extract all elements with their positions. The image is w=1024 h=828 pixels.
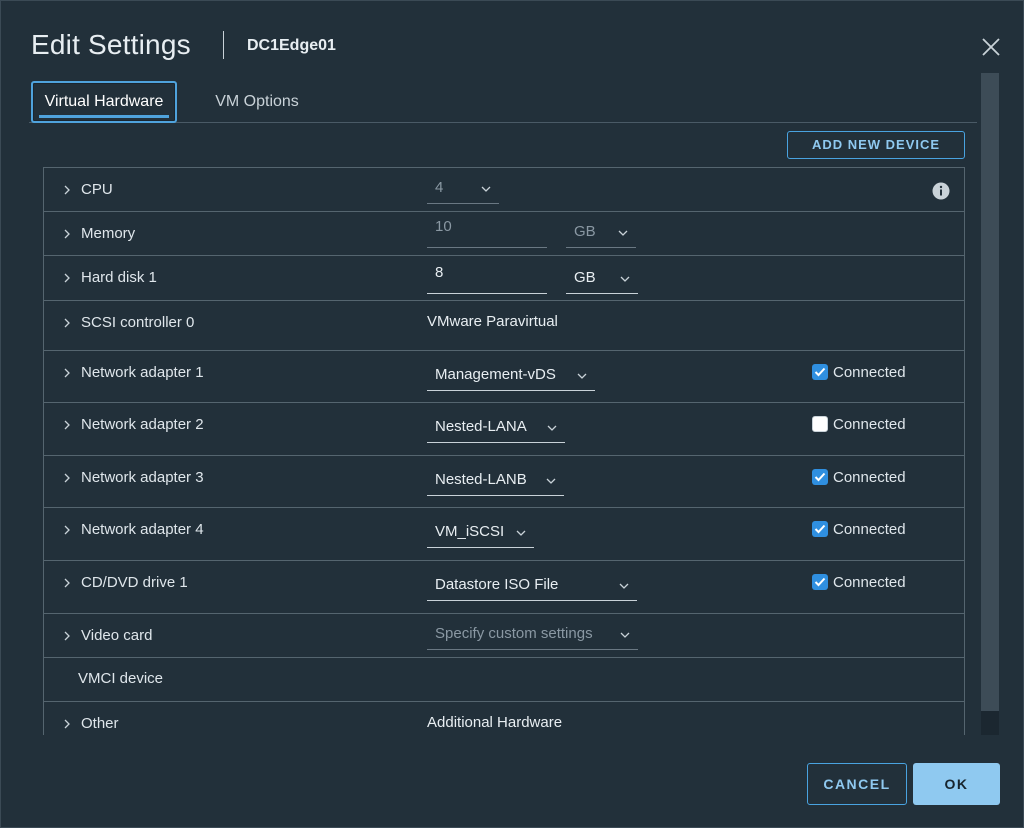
row-other: Other Additional Hardware (44, 702, 964, 735)
network-adapter-4-connected-checkbox[interactable] (812, 521, 828, 537)
other-value: Additional Hardware (427, 714, 563, 731)
network-adapter-3-select[interactable]: Nested-LANB (427, 468, 564, 496)
network-adapter-1-connected-label[interactable]: Connected (833, 364, 906, 381)
hard-disk-input[interactable]: 8 (427, 262, 547, 294)
chevron-down-icon (620, 276, 630, 282)
tab-bar: Virtual Hardware VM Options (29, 81, 977, 123)
network-adapter-3-connected-label[interactable]: Connected (833, 469, 906, 486)
network-adapter-4-value: VM_iSCSI (435, 523, 505, 540)
chevron-down-icon (620, 632, 630, 638)
chevron-right-icon[interactable] (62, 719, 72, 729)
cd-dvd-connected-label[interactable]: Connected (833, 574, 906, 591)
ok-button[interactable]: OK (913, 763, 1000, 805)
cpu-value: 4 (435, 179, 444, 196)
network-adapter-1-value: Management-vDS (435, 366, 556, 383)
row-video-card: Video card Specify custom settings (44, 614, 964, 658)
row-network-adapter-3: Network adapter 3 Nested-LANB Connected (44, 456, 964, 508)
network-adapter-4-select[interactable]: VM_iSCSI (427, 520, 534, 548)
chevron-down-icon (577, 373, 587, 379)
chevron-down-icon (516, 530, 526, 536)
chevron-right-icon[interactable] (62, 185, 72, 195)
network-adapter-2-value: Nested-LANA (435, 418, 527, 435)
cd-dvd-select[interactable]: Datastore ISO File (427, 573, 637, 601)
chevron-right-icon[interactable] (62, 318, 72, 328)
close-icon[interactable] (979, 35, 1003, 59)
scrollbar-track[interactable] (981, 73, 999, 735)
network-adapter-2-connected-label[interactable]: Connected (833, 416, 906, 433)
hard-disk-unit-select[interactable]: GB (566, 266, 638, 294)
network-adapter-1-select[interactable]: Management-vDS (427, 363, 595, 391)
title-separator (223, 31, 224, 59)
row-cd-dvd-drive: CD/DVD drive 1 Datastore ISO File Connec… (44, 561, 964, 614)
cd-dvd-value: Datastore ISO File (435, 576, 559, 593)
row-cpu: CPU 4 (44, 168, 964, 212)
edit-settings-dialog: Edit Settings DC1Edge01 Virtual Hardware… (0, 0, 1024, 828)
tab-virtual-hardware[interactable]: Virtual Hardware (31, 81, 177, 123)
video-card-select[interactable]: Specify custom settings (427, 622, 638, 650)
row-memory: Memory 10 GB (44, 212, 964, 256)
cd-dvd-connected-checkbox[interactable] (812, 574, 828, 590)
chevron-right-icon[interactable] (62, 578, 72, 588)
network-adapter-2-connected-checkbox[interactable] (812, 416, 828, 432)
chevron-down-icon (619, 583, 629, 589)
vmci-label: VMCI device (78, 670, 164, 687)
row-network-adapter-1: Network adapter 1 Management-vDS Connect… (44, 351, 964, 403)
chevron-down-icon (481, 186, 491, 192)
chevron-right-icon[interactable] (62, 525, 72, 535)
memory-unit: GB (574, 223, 596, 240)
row-vmci-device: VMCI device (44, 658, 964, 702)
cancel-button[interactable]: CANCEL (807, 763, 907, 805)
chevron-down-icon (546, 478, 556, 484)
network-adapter-3-value: Nested-LANB (435, 471, 527, 488)
row-network-adapter-2: Network adapter 2 Nested-LANA Connected (44, 403, 964, 456)
row-scsi-controller: SCSI controller 0 VMware Paravirtual (44, 301, 964, 351)
video-card-value: Specify custom settings (435, 625, 593, 642)
cpu-label[interactable]: CPU (81, 181, 113, 198)
chevron-right-icon[interactable] (62, 473, 72, 483)
memory-label[interactable]: Memory (81, 225, 135, 242)
network-adapter-1-connected-checkbox[interactable] (812, 364, 828, 380)
tab-vm-options[interactable]: VM Options (209, 81, 305, 123)
vm-name: DC1Edge01 (247, 37, 336, 54)
chevron-down-icon (547, 425, 557, 431)
chevron-right-icon[interactable] (62, 368, 72, 378)
scsi-value: VMware Paravirtual (427, 313, 558, 330)
dialog-title: Edit Settings (31, 29, 191, 60)
info-icon[interactable] (932, 182, 950, 200)
network-adapter-3-connected-checkbox[interactable] (812, 469, 828, 485)
network-adapter-4-connected-label[interactable]: Connected (833, 521, 906, 538)
chevron-down-icon (618, 230, 628, 236)
row-hard-disk: Hard disk 1 8 GB (44, 256, 964, 301)
network-adapter-2-label[interactable]: Network adapter 2 (81, 416, 204, 433)
hardware-table: CPU 4 Memory 10 GB Hard disk 1 8 GB SCSI… (43, 167, 965, 735)
network-adapter-1-label[interactable]: Network adapter 1 (81, 364, 204, 381)
memory-unit-select[interactable]: GB (566, 220, 636, 248)
network-adapter-4-label[interactable]: Network adapter 4 (81, 521, 204, 538)
row-network-adapter-4: Network adapter 4 VM_iSCSI Connected (44, 508, 964, 561)
video-card-label[interactable]: Video card (81, 627, 152, 644)
chevron-right-icon[interactable] (62, 631, 72, 641)
other-label[interactable]: Other (81, 715, 119, 732)
chevron-right-icon[interactable] (62, 420, 72, 430)
cd-dvd-label[interactable]: CD/DVD drive 1 (81, 574, 188, 591)
chevron-right-icon[interactable] (62, 273, 72, 283)
chevron-right-icon[interactable] (62, 229, 72, 239)
hard-disk-label[interactable]: Hard disk 1 (81, 269, 157, 286)
network-adapter-2-select[interactable]: Nested-LANA (427, 415, 565, 443)
scsi-label[interactable]: SCSI controller 0 (81, 314, 194, 331)
network-adapter-3-label[interactable]: Network adapter 3 (81, 469, 204, 486)
scrollbar-thumb[interactable] (981, 711, 999, 735)
hard-disk-unit: GB (574, 269, 596, 286)
cpu-select[interactable]: 4 (427, 176, 499, 204)
memory-input[interactable]: 10 (427, 216, 547, 248)
add-new-device-button[interactable]: ADD NEW DEVICE (787, 131, 965, 159)
